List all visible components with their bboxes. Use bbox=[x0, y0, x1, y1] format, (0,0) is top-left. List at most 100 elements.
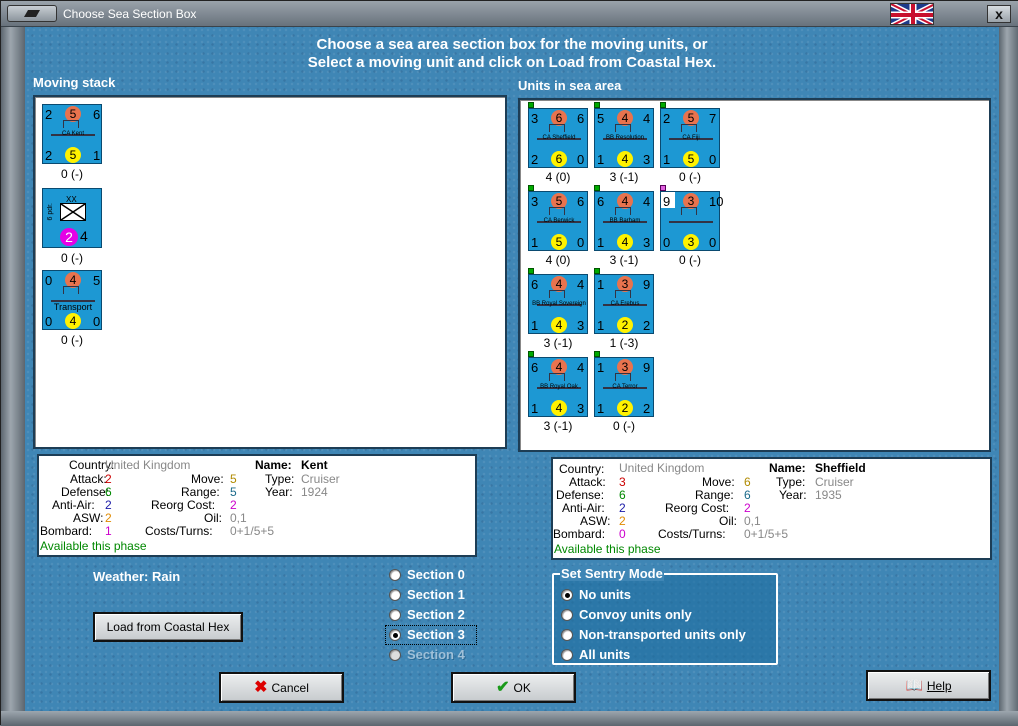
system-menu-button[interactable] bbox=[7, 5, 57, 22]
sentry-no-units-option[interactable]: No units bbox=[554, 585, 776, 605]
unit-stat: 4 bbox=[80, 228, 88, 244]
section-0-label: Section 0 bbox=[407, 567, 465, 582]
section-2-option[interactable]: Section 2 bbox=[385, 605, 477, 625]
reorg-value: 2 bbox=[744, 501, 751, 515]
unit-stat-circle: 2 bbox=[617, 400, 633, 416]
unit-counter[interactable]: 1 3 9 CA Erebus 1 2 2 bbox=[594, 274, 654, 334]
bombard-value: 1 bbox=[105, 524, 112, 538]
unit-counter-division[interactable]: XX 6 pdr. 2 4 bbox=[42, 188, 102, 248]
reorg-value: 2 bbox=[230, 498, 237, 512]
title-bar[interactable]: Choose Sea Section Box x bbox=[1, 1, 1018, 27]
section-4-radio[interactable] bbox=[389, 649, 401, 661]
close-button[interactable]: x bbox=[987, 5, 1011, 23]
attack-label: Attack: bbox=[70, 472, 107, 486]
unit-stat: 6 bbox=[531, 360, 539, 375]
unit-stat: 5 bbox=[93, 273, 101, 288]
unit-info-left: Country: United Kingdom Attack: 2 Defens… bbox=[37, 454, 477, 557]
unit-stat-circle: 6 bbox=[551, 151, 567, 167]
unit-caption: 4 (0) bbox=[545, 170, 571, 184]
ok-check-icon: ✔ bbox=[496, 679, 510, 696]
unit-counter[interactable]: 2 5 7 CA Fiji 1 5 0 bbox=[660, 108, 720, 168]
defense-value: 6 bbox=[105, 485, 112, 499]
weather-label: Weather: Rain bbox=[93, 569, 181, 584]
sea-area-units-list[interactable]: 3 6 6 CA Sheffield 2 6 0 4 (0) 5 4 4 BB Resolution 1… bbox=[518, 98, 991, 452]
sentry-all-units-option[interactable]: All units bbox=[554, 645, 776, 665]
year-label: Year: bbox=[779, 488, 807, 502]
unit-stat: 3 bbox=[643, 152, 651, 167]
unit-stat: 0 bbox=[709, 152, 717, 167]
sentry-convoy-label: Convoy units only bbox=[579, 607, 692, 622]
unit-stat-circle: 4 bbox=[617, 151, 633, 167]
section-4-option[interactable]: Section 4 bbox=[385, 645, 477, 665]
unit-counter-ca-kent[interactable]: 2 5 6 CA Kent 2 5 1 bbox=[42, 104, 102, 164]
unit-stat: 1 bbox=[531, 401, 539, 416]
ok-label: OK bbox=[513, 681, 531, 695]
unit-counter[interactable]: 9 3 10 0 3 0 bbox=[660, 191, 724, 251]
section-0-option[interactable]: Section 0 bbox=[385, 565, 477, 585]
unit-stat: 2 bbox=[643, 318, 651, 333]
section-radio-group: Section 0 Section 1 Section 2 Section 3 … bbox=[385, 565, 477, 667]
sentry-convoy-option[interactable]: Convoy units only bbox=[554, 605, 776, 625]
unit-stat: 0 bbox=[45, 273, 53, 288]
unit-stat: 1 bbox=[597, 277, 605, 292]
unit-caption: 0 (-) bbox=[61, 167, 83, 181]
unit-counter[interactable]: 6 4 4 BB Royal Sovereign 1 4 3 bbox=[528, 274, 588, 334]
section-0-radio[interactable] bbox=[389, 569, 401, 581]
sentry-no-units-radio[interactable] bbox=[561, 589, 573, 601]
range-value: 6 bbox=[744, 488, 751, 502]
unit-stat-circle: 4 bbox=[551, 400, 567, 416]
sentry-all-units-radio[interactable] bbox=[561, 649, 573, 661]
unit-stat: 7 bbox=[709, 111, 717, 126]
unit-stat: 2 bbox=[531, 152, 539, 167]
unit-name: BB Barham bbox=[609, 218, 641, 224]
unit-name: CA Sheffield bbox=[542, 135, 576, 141]
unit-counter[interactable]: 1 3 9 CA Terror 1 2 2 bbox=[594, 357, 654, 417]
unit-stat: 6 bbox=[577, 194, 585, 209]
unit-counter[interactable]: 3 6 6 CA Sheffield 2 6 0 bbox=[528, 108, 588, 168]
load-from-coastal-hex-button[interactable]: Load from Coastal Hex bbox=[93, 612, 243, 642]
unit-stat: 3 bbox=[531, 111, 539, 126]
unit-stat: 10 bbox=[709, 194, 724, 209]
ok-button[interactable]: ✔ OK bbox=[451, 672, 576, 703]
section-3-radio[interactable] bbox=[389, 629, 401, 641]
section-3-option[interactable]: Section 3 bbox=[385, 625, 477, 645]
bombard-label: Bombard: bbox=[553, 527, 606, 541]
cancel-x-icon: ✖ bbox=[254, 679, 268, 696]
sentry-non-transported-option[interactable]: Non-transported units only bbox=[554, 625, 776, 645]
unit-counter[interactable]: 6 4 4 BB Royal Oak 1 4 3 bbox=[528, 357, 588, 417]
section-1-radio[interactable] bbox=[389, 589, 401, 601]
unit-caption: 3 (-1) bbox=[543, 419, 573, 433]
antiair-label: Anti-Air: bbox=[52, 498, 95, 512]
unit-caption: 0 (-) bbox=[61, 251, 83, 265]
unit-stat: 9 bbox=[643, 277, 651, 292]
type-label: Type: bbox=[776, 475, 806, 489]
unit-counter[interactable]: 5 4 4 BB Resolution 1 4 3 bbox=[594, 108, 654, 168]
oil-label: Oil: bbox=[204, 511, 222, 525]
section-4-label: Section 4 bbox=[407, 647, 465, 662]
unit-stat: 0 bbox=[93, 314, 101, 329]
unit-stat: 1 bbox=[531, 235, 539, 250]
unit-stat: 0 bbox=[45, 314, 53, 329]
unit-counter-transport[interactable]: 0 4 5 Transport 0 4 0 bbox=[42, 270, 102, 330]
unit-name: BB Resolution bbox=[605, 135, 645, 141]
unit-counter[interactable]: 6 4 4 BB Barham 1 4 3 bbox=[594, 191, 654, 251]
unit-stat: 2 bbox=[643, 401, 651, 416]
section-1-option[interactable]: Section 1 bbox=[385, 585, 477, 605]
unit-stat-circle: 4 bbox=[617, 234, 633, 250]
costs-label: Costs/Turns: bbox=[658, 527, 726, 541]
window-title: Choose Sea Section Box bbox=[63, 7, 197, 21]
unit-caption: 3 (-1) bbox=[609, 253, 639, 267]
unit-stat-circle: 5 bbox=[551, 234, 567, 250]
unit-counter[interactable]: 3 5 6 CA Berwick 1 5 0 bbox=[528, 191, 588, 251]
sentry-convoy-radio[interactable] bbox=[561, 609, 573, 621]
help-button[interactable]: 📖 Help bbox=[866, 670, 991, 701]
moving-stack-list[interactable]: 2 5 6 CA Kent 2 5 1 0 (-) XX 6 pdr. 2 4 … bbox=[33, 95, 507, 449]
range-label: Range: bbox=[695, 488, 734, 502]
sentry-mode-title: Set Sentry Mode bbox=[560, 566, 664, 581]
sentry-non-transported-radio[interactable] bbox=[561, 629, 573, 641]
cancel-button[interactable]: ✖ Cancel bbox=[219, 672, 344, 703]
unit-stat: 1 bbox=[597, 360, 605, 375]
bombard-label: Bombard: bbox=[40, 524, 93, 538]
unit-stat: 2 bbox=[45, 148, 53, 163]
section-2-radio[interactable] bbox=[389, 609, 401, 621]
